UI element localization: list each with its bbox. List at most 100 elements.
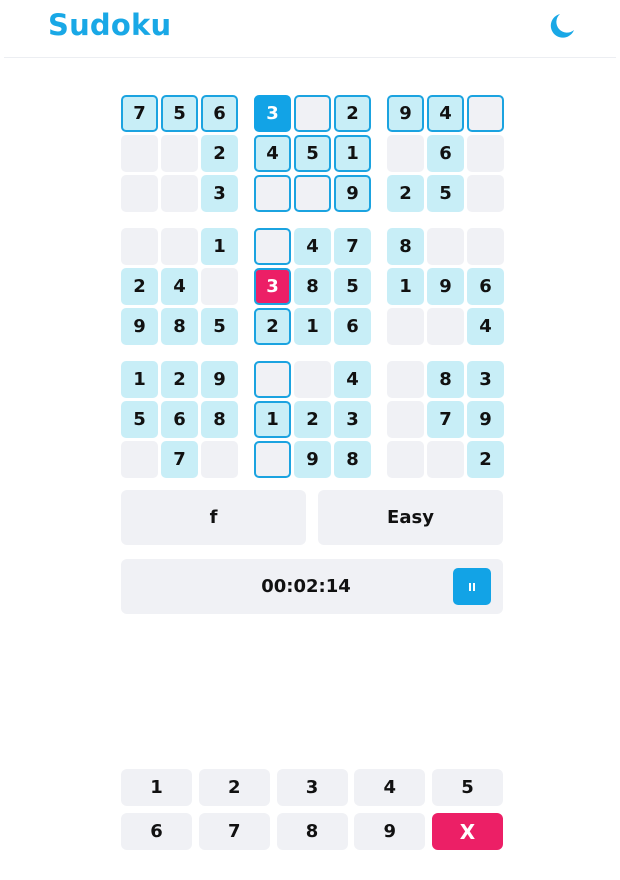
- app-title: Sudoku: [48, 8, 172, 42]
- sudoku-cell-r2c3[interactable]: 2: [201, 135, 238, 172]
- numpad-key-1[interactable]: 1: [121, 769, 192, 806]
- sudoku-cell-r6c2[interactable]: 8: [161, 308, 198, 345]
- sudoku-cell-r2c9[interactable]: [467, 135, 504, 172]
- sudoku-cell-r5c5[interactable]: 8: [294, 268, 331, 305]
- sudoku-cell-r2c5[interactable]: 5: [294, 135, 331, 172]
- sudoku-cell-r4c1[interactable]: [121, 228, 158, 265]
- sudoku-cell-r7c9[interactable]: 3: [467, 361, 504, 398]
- erase-button[interactable]: X: [432, 813, 503, 850]
- sudoku-cell-r6c3[interactable]: 5: [201, 308, 238, 345]
- sudoku-cell-r6c7[interactable]: [387, 308, 424, 345]
- sudoku-cell-r3c7[interactable]: 2: [387, 175, 424, 212]
- sudoku-cell-r3c9[interactable]: [467, 175, 504, 212]
- mode-button[interactable]: f: [121, 490, 306, 545]
- sudoku-cell-r4c6[interactable]: 7: [334, 228, 371, 265]
- sudoku-cell-r9c3[interactable]: [201, 441, 238, 478]
- sudoku-cell-r5c3[interactable]: [201, 268, 238, 305]
- sudoku-cell-r6c5[interactable]: 1: [294, 308, 331, 345]
- number-pad: 12345 6789X: [121, 769, 503, 850]
- sudoku-cell-r7c1[interactable]: 1: [121, 361, 158, 398]
- sudoku-cell-r4c7[interactable]: 8: [387, 228, 424, 265]
- sudoku-cell-r2c6[interactable]: 1: [334, 135, 371, 172]
- sudoku-cell-r8c5[interactable]: 2: [294, 401, 331, 438]
- settings-row: f Easy: [121, 490, 503, 545]
- sudoku-cell-r1c7[interactable]: 9: [387, 95, 424, 132]
- sudoku-cell-r5c7[interactable]: 1: [387, 268, 424, 305]
- numpad-key-8[interactable]: 8: [276, 813, 348, 850]
- sudoku-cell-r9c1[interactable]: [121, 441, 158, 478]
- sudoku-cell-r9c6[interactable]: 8: [334, 441, 371, 478]
- sudoku-cell-r2c1[interactable]: [121, 135, 158, 172]
- sudoku-cell-r7c7[interactable]: [387, 361, 424, 398]
- numpad-key-4[interactable]: 4: [354, 769, 426, 806]
- sudoku-cell-r6c8[interactable]: [427, 308, 464, 345]
- sudoku-cell-r7c3[interactable]: 9: [201, 361, 238, 398]
- numpad-key-2[interactable]: 2: [198, 769, 270, 806]
- sudoku-cell-r7c2[interactable]: 2: [161, 361, 198, 398]
- sudoku-cell-r5c2[interactable]: 4: [161, 268, 198, 305]
- sudoku-cell-r9c8[interactable]: [427, 441, 464, 478]
- difficulty-button[interactable]: Easy: [318, 490, 503, 545]
- sudoku-cell-r9c4[interactable]: [254, 441, 291, 478]
- sudoku-cell-r3c1[interactable]: [121, 175, 158, 212]
- sudoku-cell-r8c6[interactable]: 3: [334, 401, 371, 438]
- sudoku-cell-r2c2[interactable]: [161, 135, 198, 172]
- numpad-key-5[interactable]: 5: [432, 769, 503, 806]
- sudoku-cell-r3c4[interactable]: [254, 175, 291, 212]
- sudoku-cell-r3c6[interactable]: 9: [334, 175, 371, 212]
- sudoku-cell-r3c5[interactable]: [294, 175, 331, 212]
- sudoku-cell-r9c2[interactable]: 7: [161, 441, 198, 478]
- sudoku-cell-r7c6[interactable]: 4: [334, 361, 371, 398]
- sudoku-cell-r5c9[interactable]: 6: [467, 268, 504, 305]
- pause-icon: [469, 582, 471, 591]
- sudoku-cell-r4c9[interactable]: [467, 228, 504, 265]
- numpad-key-7[interactable]: 7: [198, 813, 270, 850]
- sudoku-cell-r1c4[interactable]: 3: [254, 95, 291, 132]
- numpad-key-6[interactable]: 6: [121, 813, 192, 850]
- sudoku-cell-r4c5[interactable]: 4: [294, 228, 331, 265]
- sudoku-cell-r5c1[interactable]: 2: [121, 268, 158, 305]
- sudoku-cell-r3c8[interactable]: 5: [427, 175, 464, 212]
- sudoku-cell-r8c2[interactable]: 6: [161, 401, 198, 438]
- sudoku-cell-r1c5[interactable]: [294, 95, 331, 132]
- sudoku-cell-r6c9[interactable]: 4: [467, 308, 504, 345]
- sudoku-cell-r7c8[interactable]: 8: [427, 361, 464, 398]
- sudoku-cell-r1c1[interactable]: 7: [121, 95, 158, 132]
- sudoku-cell-r1c9[interactable]: [467, 95, 504, 132]
- sudoku-cell-r8c8[interactable]: 7: [427, 401, 464, 438]
- sudoku-cell-r4c4[interactable]: [254, 228, 291, 265]
- sudoku-cell-r6c6[interactable]: 6: [334, 308, 371, 345]
- moon-icon[interactable]: [546, 12, 576, 40]
- sudoku-cell-r8c1[interactable]: 5: [121, 401, 158, 438]
- sudoku-cell-r2c7[interactable]: [387, 135, 424, 172]
- sudoku-cell-r7c4[interactable]: [254, 361, 291, 398]
- sudoku-cell-r4c2[interactable]: [161, 228, 198, 265]
- sudoku-cell-r2c8[interactable]: 6: [427, 135, 464, 172]
- timer-bar: 00:02:14: [121, 559, 503, 614]
- sudoku-cell-r8c7[interactable]: [387, 401, 424, 438]
- sudoku-cell-r3c2[interactable]: [161, 175, 198, 212]
- sudoku-cell-r2c4[interactable]: 4: [254, 135, 291, 172]
- sudoku-cell-r9c7[interactable]: [387, 441, 424, 478]
- sudoku-cell-r5c8[interactable]: 9: [427, 268, 464, 305]
- sudoku-cell-r1c8[interactable]: 4: [427, 95, 464, 132]
- sudoku-cell-r8c4[interactable]: 1: [254, 401, 291, 438]
- pause-button[interactable]: [453, 568, 491, 605]
- sudoku-cell-r4c3[interactable]: 1: [201, 228, 238, 265]
- sudoku-cell-r9c9[interactable]: 2: [467, 441, 504, 478]
- sudoku-cell-r6c4[interactable]: 2: [254, 308, 291, 345]
- sudoku-cell-r3c3[interactable]: 3: [201, 175, 238, 212]
- sudoku-cell-r1c6[interactable]: 2: [334, 95, 371, 132]
- sudoku-cell-r5c6[interactable]: 5: [334, 268, 371, 305]
- sudoku-cell-r6c1[interactable]: 9: [121, 308, 158, 345]
- numpad-key-9[interactable]: 9: [354, 813, 426, 850]
- sudoku-cell-r4c8[interactable]: [427, 228, 464, 265]
- sudoku-cell-r7c5[interactable]: [294, 361, 331, 398]
- sudoku-cell-r5c4[interactable]: 3: [254, 268, 291, 305]
- sudoku-cell-r1c3[interactable]: 6: [201, 95, 238, 132]
- sudoku-cell-r8c9[interactable]: 9: [467, 401, 504, 438]
- sudoku-cell-r8c3[interactable]: 8: [201, 401, 238, 438]
- numpad-key-3[interactable]: 3: [276, 769, 348, 806]
- sudoku-cell-r1c2[interactable]: 5: [161, 95, 198, 132]
- sudoku-cell-r9c5[interactable]: 9: [294, 441, 331, 478]
